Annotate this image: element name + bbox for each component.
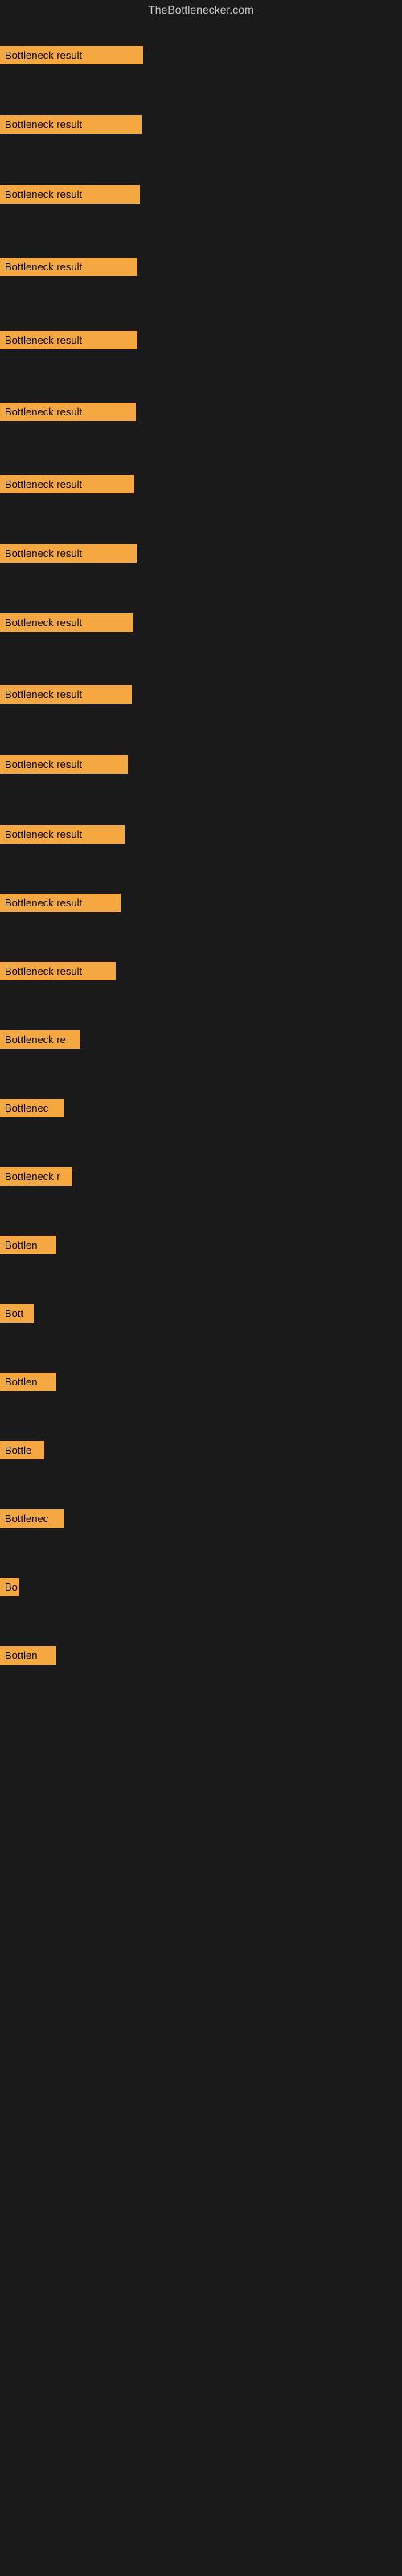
bottleneck-result-item[interactable]: Bottleneck result xyxy=(0,402,136,421)
bottleneck-result-item[interactable]: Bottleneck result xyxy=(0,962,116,980)
bottleneck-result-item[interactable]: Bottleneck r xyxy=(0,1167,72,1186)
bottleneck-result-item[interactable]: Bottlen xyxy=(0,1236,56,1254)
bottleneck-result-item[interactable]: Bottleneck result xyxy=(0,825,125,844)
bottleneck-result-item[interactable]: Bottlenec xyxy=(0,1099,64,1117)
bottleneck-result-item[interactable]: Bottlenec xyxy=(0,1509,64,1528)
bottleneck-result-item[interactable]: Bottleneck result xyxy=(0,475,134,493)
bottleneck-result-item[interactable]: Bottlen xyxy=(0,1646,56,1665)
bottleneck-result-item[interactable]: Bottle xyxy=(0,1441,44,1459)
bottleneck-result-item[interactable]: Bottleneck result xyxy=(0,613,133,632)
bottleneck-result-item[interactable]: Bottleneck result xyxy=(0,46,143,64)
bottleneck-result-item[interactable]: Bottleneck result xyxy=(0,755,128,774)
bottleneck-result-item[interactable]: Bo xyxy=(0,1578,19,1596)
bottleneck-result-item[interactable]: Bottleneck result xyxy=(0,894,121,912)
bottleneck-result-item[interactable]: Bottleneck result xyxy=(0,258,137,276)
bottleneck-result-item[interactable]: Bottleneck re xyxy=(0,1030,80,1049)
bottleneck-result-item[interactable]: Bottleneck result xyxy=(0,115,142,134)
bottleneck-result-item[interactable]: Bottlen xyxy=(0,1373,56,1391)
bottleneck-result-item[interactable]: Bottleneck result xyxy=(0,544,137,563)
bottleneck-result-item[interactable]: Bottleneck result xyxy=(0,685,132,704)
bottleneck-result-item[interactable]: Bottleneck result xyxy=(0,185,140,204)
bottleneck-result-item[interactable]: Bottleneck result xyxy=(0,331,137,349)
site-title: TheBottlenecker.com xyxy=(0,0,402,19)
bottleneck-result-item[interactable]: Bott xyxy=(0,1304,34,1323)
